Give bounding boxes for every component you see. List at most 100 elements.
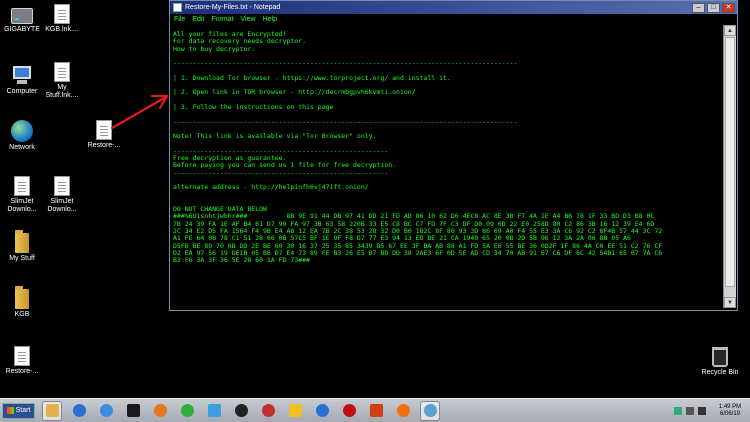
desktop-icon-label: Recycle Bin: [701, 369, 739, 376]
document-icon: [96, 120, 112, 140]
text-line: ----------------------------------------…: [173, 117, 518, 126]
document-icon: [54, 62, 70, 82]
minimize-button[interactable]: –: [692, 2, 705, 13]
scroll-down-arrow-icon[interactable]: ▼: [724, 297, 736, 308]
desktop-icon-kgb-lnk[interactable]: KGB.lnk....: [40, 4, 84, 34]
taskbar-app-glyph: [126, 404, 140, 417]
desktop-icon-label: KGB.lnk....: [45, 26, 79, 33]
text-line: [173, 192, 721, 199]
firefox-icon[interactable]: [393, 401, 413, 421]
taskbar-app-glyph: [396, 404, 410, 417]
taskbar-app-glyph: [423, 404, 437, 417]
document-icon: [54, 176, 70, 196]
text-line: alternate address - http://helpinfh6vj47…: [173, 183, 369, 192]
notepad-window[interactable]: Restore-My-Files.txt - Notepad – □ ✕ Fil…: [169, 0, 738, 311]
document-icon: [14, 346, 30, 366]
notepad-icon: [173, 3, 182, 12]
text-line: | 3. Follow the instructions on this pag…: [173, 102, 334, 111]
record-icon[interactable]: [339, 401, 359, 421]
clock-time: 1:49 PM: [718, 404, 742, 410]
text-line: | 1. Download Tor browser - https://www.…: [173, 73, 451, 82]
media-player-icon[interactable]: [69, 401, 89, 421]
scroll-up-arrow-icon[interactable]: ▲: [724, 25, 736, 36]
folder-icon: [15, 230, 29, 253]
recycle-bin-icon: [712, 347, 728, 367]
downloader-icon[interactable]: [204, 401, 224, 421]
search-magnifier-icon[interactable]: [150, 401, 170, 421]
notepad-icon[interactable]: [420, 400, 440, 421]
close-button[interactable]: ✕: [722, 2, 735, 13]
clock[interactable]: 1:49 PM 6/06/19: [710, 404, 750, 418]
taskbar-app-glyph: [288, 404, 302, 417]
taskbar-app-glyph: [369, 404, 383, 417]
text-line: How to buy decryptor:: [173, 44, 256, 53]
taskbar-app-glyph: [99, 404, 113, 417]
file-explorer-icon[interactable]: [42, 400, 62, 421]
text-line: ----------------------------------------…: [173, 168, 389, 177]
desktop-icon-gigabyte[interactable]: GIGABYTE: [0, 4, 44, 34]
taskbar: Start 1:49 PM 6/06/19: [0, 398, 750, 422]
desktop-icon-slimjet-1[interactable]: SlimJet Downlo...: [0, 176, 44, 214]
archiver-icon[interactable]: [258, 401, 278, 421]
desktop-icon-kgb[interactable]: KGB: [0, 286, 44, 319]
taskbar-app-glyph: [261, 404, 275, 417]
vpn-icon[interactable]: [312, 401, 332, 421]
notepad-titlebar[interactable]: Restore-My-Files.txt - Notepad – □ ✕: [170, 1, 737, 14]
vertical-scrollbar[interactable]: ▲ ▼: [723, 25, 736, 308]
menu-bar: File Edit Format View Help: [170, 14, 737, 25]
desktop-icon-label: Restore-...: [87, 142, 121, 149]
ccleaner-icon[interactable]: [366, 401, 386, 421]
desktop-icon-restore-1[interactable]: Restore-...: [82, 120, 126, 150]
tray-flag-icon[interactable]: [674, 407, 682, 415]
taskbar-app-glyph: [207, 404, 221, 417]
cleaner-icon[interactable]: [231, 401, 251, 421]
desktop-icon-my-stuff[interactable]: My Stuff: [0, 230, 44, 263]
desktop-icon-label: Computer: [6, 88, 38, 95]
pinned-apps: [35, 400, 440, 421]
menu-help[interactable]: Help: [263, 16, 277, 23]
desktop-icon-recycle-bin[interactable]: Recycle Bin: [698, 346, 742, 377]
menu-edit[interactable]: Edit: [192, 16, 204, 23]
torrent-icon[interactable]: [177, 401, 197, 421]
tray-network-icon[interactable]: [686, 407, 694, 415]
network-monitor-icon[interactable]: [123, 401, 143, 421]
desktop-icon-computer[interactable]: Computer: [0, 64, 44, 96]
computer-icon: [11, 64, 33, 86]
desktop-icon-label: SlimJet Downlo...: [7, 198, 37, 213]
taskbar-app-glyph: [180, 404, 194, 417]
desktop-icon-label: GIGABYTE: [4, 26, 40, 33]
text-editor-area[interactable]: All your files are Encrypted! For data re…: [171, 25, 723, 308]
window-title: Restore-My-Files.txt - Notepad: [185, 4, 281, 11]
desktop-icon-restore-2[interactable]: Restore-...: [0, 346, 44, 376]
desktop-icon-network[interactable]: Network: [0, 120, 44, 152]
drive-icon: [11, 8, 33, 24]
desktop-icon-my-stuff-lnk[interactable]: My Stuff.lnk....: [40, 62, 84, 100]
taskbar-app-glyph: [234, 404, 248, 417]
desktop-icon-label: My Stuff: [9, 255, 35, 262]
desktop-icon-label: My Stuff.lnk....: [45, 84, 79, 99]
start-label: Start: [15, 407, 31, 414]
taskbar-app-glyph: [72, 404, 86, 417]
text-line: For data recovery needs decryptor.: [173, 37, 307, 46]
menu-format[interactable]: Format: [211, 16, 233, 23]
browser-globe-icon[interactable]: [96, 401, 116, 421]
network-globe-icon: [11, 120, 33, 142]
menu-view[interactable]: View: [241, 16, 256, 23]
text-line: Note! This link is available via "Tor Br…: [173, 132, 377, 141]
maximize-button[interactable]: □: [707, 2, 720, 13]
desktop-icon-label: Restore-...: [5, 368, 39, 375]
scrollbar-thumb[interactable]: [725, 37, 735, 287]
taskbar-app-glyph: [342, 404, 356, 417]
text-line: B3 F6 3A 3F 36 5E 28 60 1A FD 73###: [173, 256, 310, 265]
desktop-icon-label: SlimJet Downlo...: [47, 198, 77, 213]
windows-logo-icon: [6, 407, 14, 414]
document-icon: [14, 176, 30, 196]
disc-icon[interactable]: [285, 401, 305, 421]
start-button[interactable]: Start: [2, 402, 35, 419]
desktop-icon-slimjet-2[interactable]: SlimJet Downlo...: [40, 176, 84, 214]
taskbar-app-glyph: [315, 404, 329, 417]
system-tray: 1:49 PM 6/06/19: [650, 399, 750, 422]
tray-volume-icon[interactable]: [698, 407, 706, 415]
menu-file[interactable]: File: [174, 16, 185, 23]
taskbar-app-glyph: [153, 404, 167, 417]
